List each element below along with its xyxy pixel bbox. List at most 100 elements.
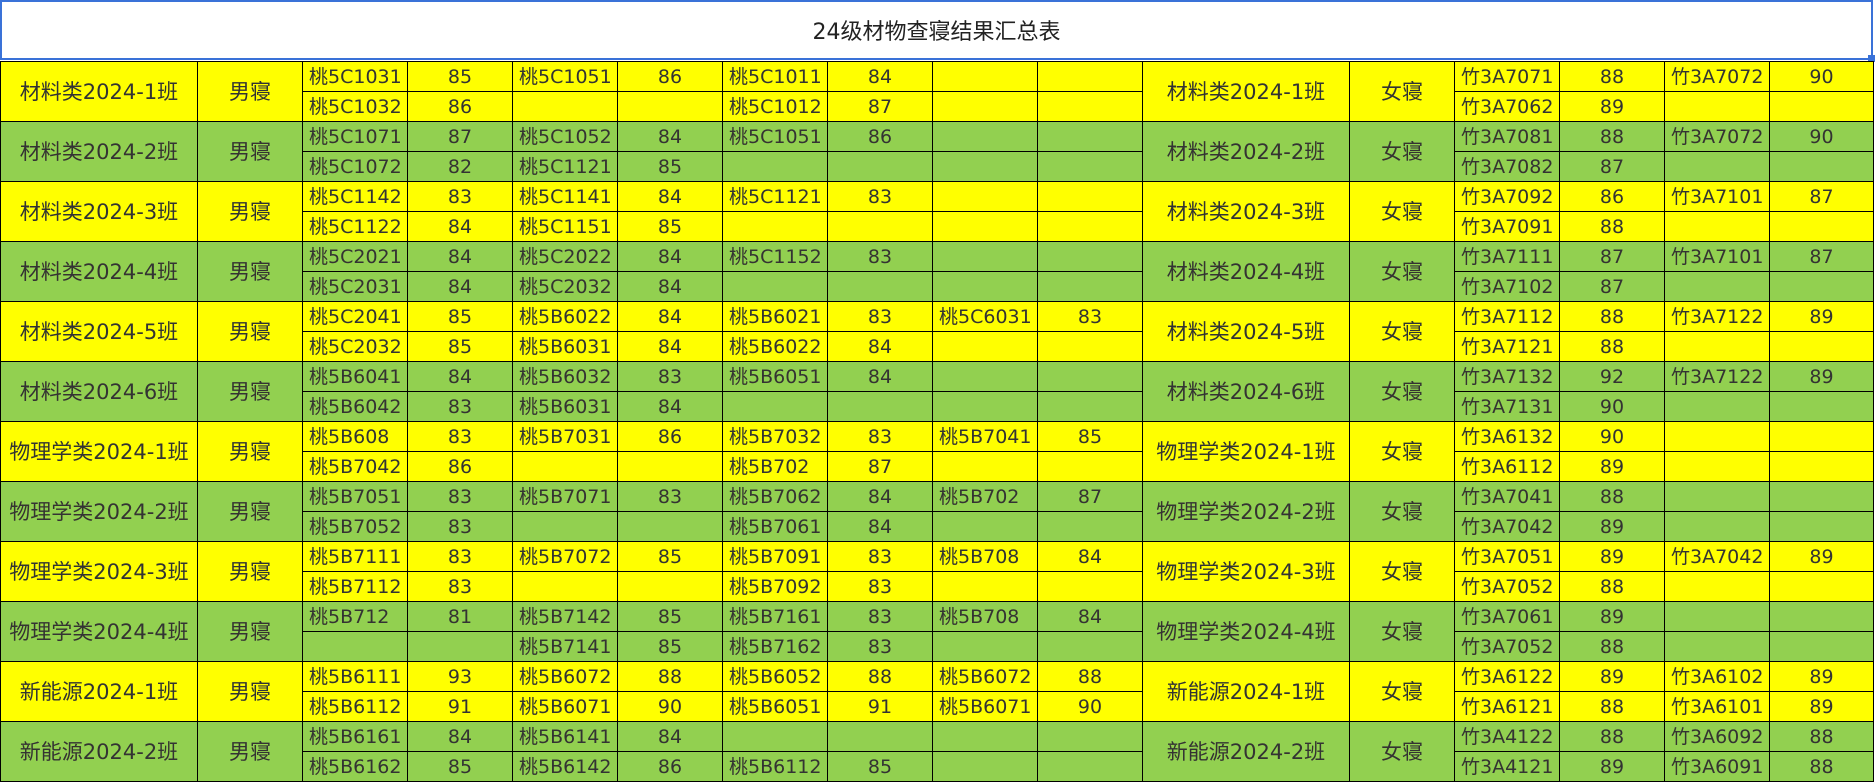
- dorm-type-cell[interactable]: 男寝: [197, 361, 303, 422]
- class-name-cell[interactable]: 物理学类2024-3班: [0, 541, 198, 602]
- score-cell[interactable]: 87: [1559, 151, 1665, 182]
- score-cell[interactable]: [1769, 481, 1874, 512]
- room-cell[interactable]: [1664, 631, 1770, 662]
- score-cell[interactable]: 84: [407, 211, 513, 242]
- class-name-cell[interactable]: 新能源2024-1班: [1142, 661, 1350, 722]
- room-cell[interactable]: [1664, 481, 1770, 512]
- room-cell[interactable]: 桃5C2032: [302, 331, 408, 362]
- room-cell[interactable]: [512, 571, 618, 602]
- dorm-type-cell[interactable]: 男寝: [197, 181, 303, 242]
- score-cell[interactable]: 87: [827, 451, 933, 482]
- score-cell[interactable]: 83: [827, 181, 933, 212]
- room-cell[interactable]: 竹3A4122: [1454, 721, 1560, 752]
- class-name-cell[interactable]: 材料类2024-4班: [1142, 241, 1350, 302]
- score-cell[interactable]: [407, 631, 513, 662]
- room-cell[interactable]: 桃5B6021: [722, 301, 828, 332]
- dorm-type-cell[interactable]: 女寝: [1349, 541, 1455, 602]
- room-cell[interactable]: [512, 451, 618, 482]
- room-cell[interactable]: 桃5B6161: [302, 721, 408, 752]
- room-cell[interactable]: [932, 61, 1038, 92]
- dorm-type-cell[interactable]: 女寝: [1349, 361, 1455, 422]
- room-cell[interactable]: [932, 181, 1038, 212]
- room-cell[interactable]: 桃5C1052: [512, 121, 618, 152]
- room-cell[interactable]: 竹3A6132: [1454, 421, 1560, 452]
- room-cell[interactable]: 桃5B7051: [302, 481, 408, 512]
- room-cell[interactable]: 桃5B6112: [302, 691, 408, 722]
- room-cell[interactable]: 竹3A7072: [1664, 61, 1770, 92]
- class-name-cell[interactable]: 新能源2024-2班: [1142, 721, 1350, 782]
- score-cell[interactable]: 84: [827, 511, 933, 542]
- room-cell[interactable]: 桃5C1141: [512, 181, 618, 212]
- class-name-cell[interactable]: 物理学类2024-4班: [1142, 601, 1350, 662]
- room-cell[interactable]: [932, 211, 1038, 242]
- room-cell[interactable]: 桃5C2021: [302, 241, 408, 272]
- score-cell[interactable]: 87: [1037, 481, 1143, 512]
- room-cell[interactable]: 桃5C1031: [302, 61, 408, 92]
- score-cell[interactable]: 88: [1559, 301, 1665, 332]
- room-cell[interactable]: 桃5B6162: [302, 751, 408, 782]
- room-cell[interactable]: 桃5B7111: [302, 541, 408, 572]
- room-cell[interactable]: [1664, 451, 1770, 482]
- class-name-cell[interactable]: 材料类2024-5班: [0, 301, 198, 362]
- score-cell[interactable]: [827, 151, 933, 182]
- score-cell[interactable]: 84: [617, 331, 723, 362]
- score-cell[interactable]: 89: [1769, 541, 1874, 572]
- sheet-title-cell[interactable]: 24级材物查寝结果汇总表: [0, 0, 1873, 60]
- room-cell[interactable]: 桃5B6051: [722, 691, 828, 722]
- class-name-cell[interactable]: 材料类2024-6班: [1142, 361, 1350, 422]
- class-name-cell[interactable]: 物理学类2024-1班: [1142, 421, 1350, 482]
- dorm-type-cell[interactable]: 男寝: [197, 481, 303, 542]
- dorm-type-cell[interactable]: 女寝: [1349, 241, 1455, 302]
- dorm-type-cell[interactable]: 女寝: [1349, 61, 1455, 122]
- dorm-type-cell[interactable]: 女寝: [1349, 481, 1455, 542]
- room-cell[interactable]: 竹3A7131: [1454, 391, 1560, 422]
- score-cell[interactable]: 89: [1559, 601, 1665, 632]
- room-cell[interactable]: 竹3A7052: [1454, 631, 1560, 662]
- dorm-type-cell[interactable]: 男寝: [197, 601, 303, 662]
- score-cell[interactable]: 89: [1559, 541, 1665, 572]
- score-cell[interactable]: [1769, 421, 1874, 452]
- dorm-type-cell[interactable]: 女寝: [1349, 601, 1455, 662]
- score-cell[interactable]: 84: [617, 121, 723, 152]
- room-cell[interactable]: [722, 721, 828, 752]
- room-cell[interactable]: 桃5B6112: [722, 751, 828, 782]
- room-cell[interactable]: 竹3A7101: [1664, 241, 1770, 272]
- score-cell[interactable]: [1769, 451, 1874, 482]
- room-cell[interactable]: 桃5C2022: [512, 241, 618, 272]
- dorm-type-cell[interactable]: 女寝: [1349, 121, 1455, 182]
- room-cell[interactable]: 桃5B7052: [302, 511, 408, 542]
- score-cell[interactable]: 89: [1559, 661, 1665, 692]
- score-cell[interactable]: [827, 211, 933, 242]
- score-cell[interactable]: 83: [407, 511, 513, 542]
- room-cell[interactable]: 竹3A7042: [1454, 511, 1560, 542]
- score-cell[interactable]: [1037, 241, 1143, 272]
- room-cell[interactable]: [932, 91, 1038, 122]
- score-cell[interactable]: [1769, 571, 1874, 602]
- score-cell[interactable]: 83: [827, 571, 933, 602]
- room-cell[interactable]: [932, 721, 1038, 752]
- score-cell[interactable]: 87: [1769, 241, 1874, 272]
- class-name-cell[interactable]: 物理学类2024-2班: [1142, 481, 1350, 542]
- room-cell[interactable]: [302, 631, 408, 662]
- room-cell[interactable]: 竹3A7061: [1454, 601, 1560, 632]
- room-cell[interactable]: [1664, 601, 1770, 632]
- class-name-cell[interactable]: 材料类2024-6班: [0, 361, 198, 422]
- room-cell[interactable]: [932, 511, 1038, 542]
- score-cell[interactable]: 85: [1037, 421, 1143, 452]
- score-cell[interactable]: 83: [407, 391, 513, 422]
- room-cell[interactable]: 桃5B7061: [722, 511, 828, 542]
- score-cell[interactable]: 90: [1559, 391, 1665, 422]
- score-cell[interactable]: 83: [407, 481, 513, 512]
- score-cell[interactable]: 88: [617, 661, 723, 692]
- score-cell[interactable]: [1037, 631, 1143, 662]
- score-cell[interactable]: [617, 451, 723, 482]
- room-cell[interactable]: 竹3A7072: [1664, 121, 1770, 152]
- score-cell[interactable]: 88: [1559, 121, 1665, 152]
- room-cell[interactable]: 竹3A7052: [1454, 571, 1560, 602]
- score-cell[interactable]: 84: [1037, 541, 1143, 572]
- room-cell[interactable]: 桃5B6022: [512, 301, 618, 332]
- score-cell[interactable]: 88: [1559, 721, 1665, 752]
- room-cell[interactable]: 桃5C1011: [722, 61, 828, 92]
- score-cell[interactable]: 92: [1559, 361, 1665, 392]
- room-cell[interactable]: 桃5B608: [302, 421, 408, 452]
